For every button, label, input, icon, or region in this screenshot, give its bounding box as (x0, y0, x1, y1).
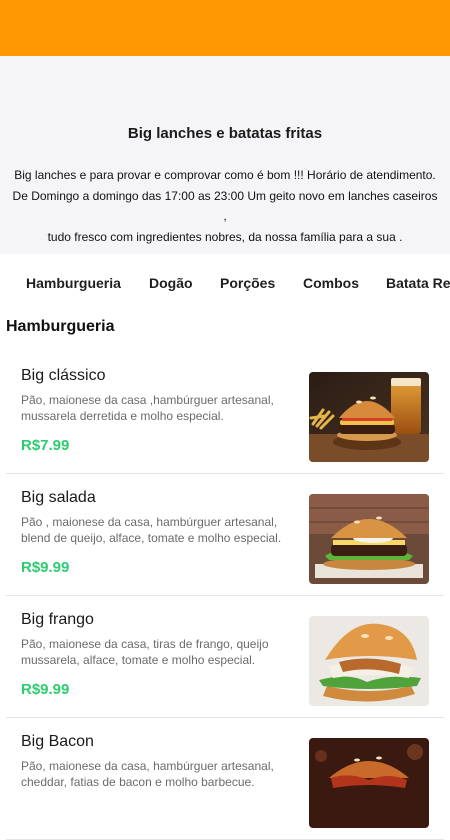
product-card-big-frango[interactable]: Big frango Pão, maionese da casa, tiras … (6, 596, 444, 718)
product-image[interactable] (309, 616, 429, 706)
store-description-line: Big lanches e para provar e comprovar co… (14, 168, 436, 182)
product-image[interactable] (309, 738, 429, 828)
product-card-big-salada[interactable]: Big salada Pão , maionese da casa, hambú… (6, 474, 444, 596)
store-description: Big lanches e para provar e comprovar co… (10, 165, 440, 247)
product-image[interactable] (309, 494, 429, 584)
product-price: R$9.99 (21, 681, 70, 698)
product-description: Pão, maionese da casa, hambúrguer artesa… (21, 759, 274, 789)
tab-hamburgueria[interactable]: Hamburgueria (26, 275, 121, 291)
bacon-burger-photo (309, 738, 429, 828)
product-card-big-bacon[interactable]: Big Bacon Pão, maionese da casa, hambúrg… (6, 718, 444, 840)
tab-dogao[interactable]: Dogão (149, 275, 193, 291)
product-image[interactable] (309, 372, 429, 462)
store-header: Big lanches e batatas fritas Big lanches… (0, 56, 450, 254)
product-description: Pão , maionese da casa, hambúrguer artes… (21, 515, 282, 545)
tab-combos[interactable]: Combos (303, 275, 359, 291)
product-description: Pão, maionese da casa ,hambúrguer artesa… (21, 393, 274, 423)
burger-fries-beer-photo (309, 372, 429, 462)
chicken-burger-photo (309, 616, 429, 706)
tab-porcoes[interactable]: Porções (220, 275, 275, 291)
burger-salad-photo (309, 494, 429, 584)
product-description: Pão, maionese da casa, tiras de frango, … (21, 637, 269, 667)
top-app-bar (0, 0, 450, 56)
store-description-line: tudo fresco com ingredientes nobres, da … (47, 229, 403, 244)
product-card-big-classico[interactable]: Big clássico Pão, maionese da casa ,hamb… (6, 352, 444, 474)
product-price: R$7.99 (21, 437, 70, 454)
product-name: Big clássico (21, 367, 106, 384)
product-price: R$9.99 (21, 559, 70, 576)
tab-batata-recheada[interactable]: Batata Recheada (386, 275, 450, 291)
product-name: Big frango (21, 611, 94, 628)
category-tabs: Hamburgueria Dogão Porções Combos Batata… (0, 254, 450, 312)
store-description-line: De Domingo a domingo das 17:00 as 23:00 … (12, 188, 438, 224)
product-name: Big salada (21, 489, 96, 506)
store-title: Big lanches e batatas fritas (127, 125, 323, 142)
product-list: Big clássico Pão, maionese da casa ,hamb… (6, 352, 444, 840)
product-name: Big Bacon (21, 733, 94, 750)
section-title: Hamburgueria (6, 318, 115, 335)
